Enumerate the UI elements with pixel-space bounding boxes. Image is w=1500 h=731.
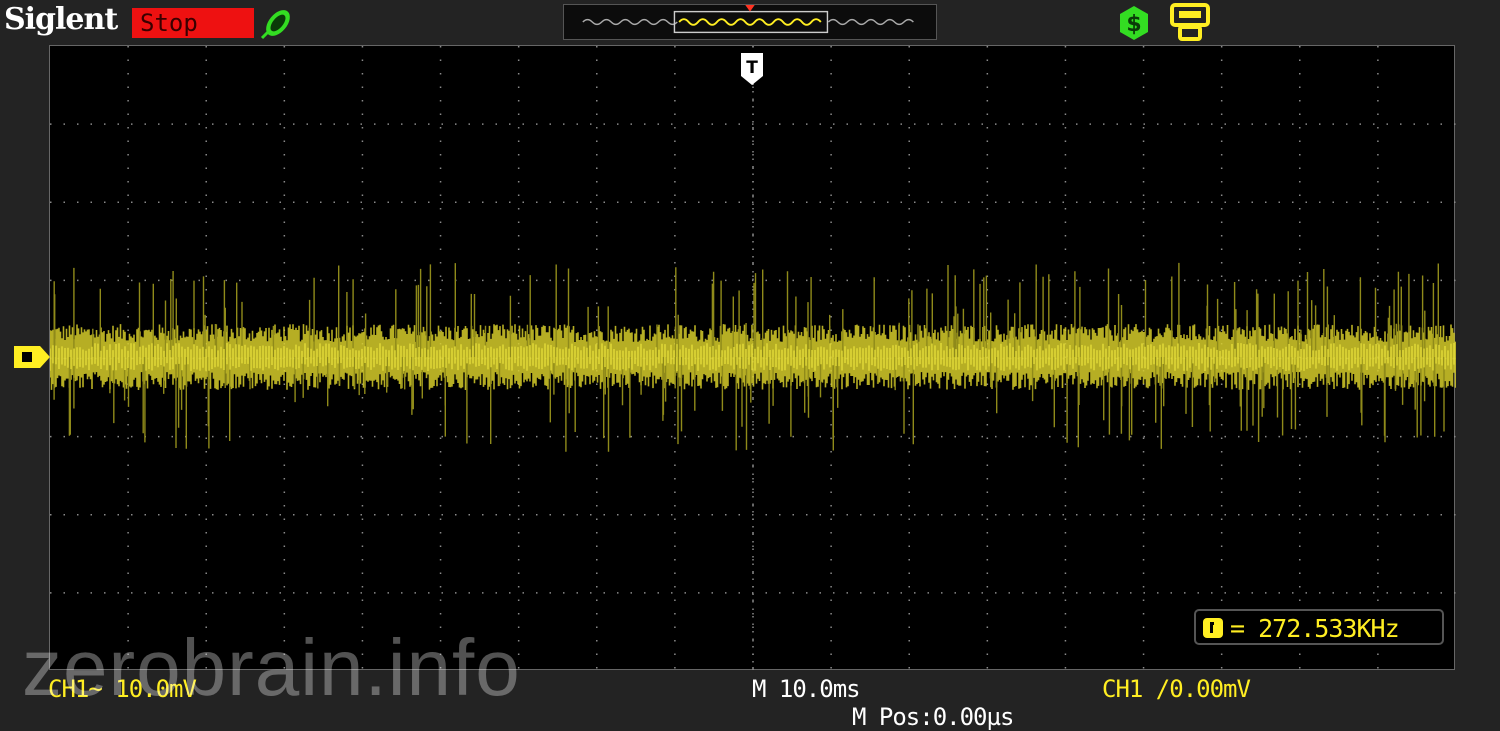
ch1-trace bbox=[50, 324, 1456, 390]
waveform-overview bbox=[563, 4, 937, 40]
svg-text:T: T bbox=[746, 58, 758, 78]
ch1-scale[interactable]: CH1~ 10.0mV bbox=[48, 675, 197, 703]
top-bar: Siglent Stop $ bbox=[0, 0, 1500, 44]
brand-logo: Siglent bbox=[4, 2, 118, 37]
run-status-badge[interactable]: Stop bbox=[132, 8, 254, 38]
frequency-value: = 272.533KHz bbox=[1230, 614, 1400, 643]
probe-icon bbox=[260, 10, 290, 40]
waveform-display[interactable] bbox=[49, 45, 1456, 671]
usb-icon bbox=[1170, 3, 1210, 41]
trigger-info[interactable]: CH1 /0.00mV bbox=[1102, 675, 1251, 703]
frequency-readout: = 272.533KHz bbox=[1194, 609, 1444, 645]
waveform-grid bbox=[50, 46, 1456, 671]
dollar-icon: $ bbox=[1120, 6, 1148, 40]
ch1-trace-core bbox=[50, 343, 1455, 371]
horizontal-position[interactable]: M Pos:0.00µs bbox=[852, 703, 1014, 731]
svg-text:$: $ bbox=[1126, 12, 1141, 37]
timebase[interactable]: M 10.0ms bbox=[752, 675, 861, 703]
trigger-position-marker[interactable]: T bbox=[740, 52, 764, 86]
ch1-level-marker[interactable] bbox=[14, 346, 50, 368]
frequency-icon bbox=[1203, 618, 1223, 638]
